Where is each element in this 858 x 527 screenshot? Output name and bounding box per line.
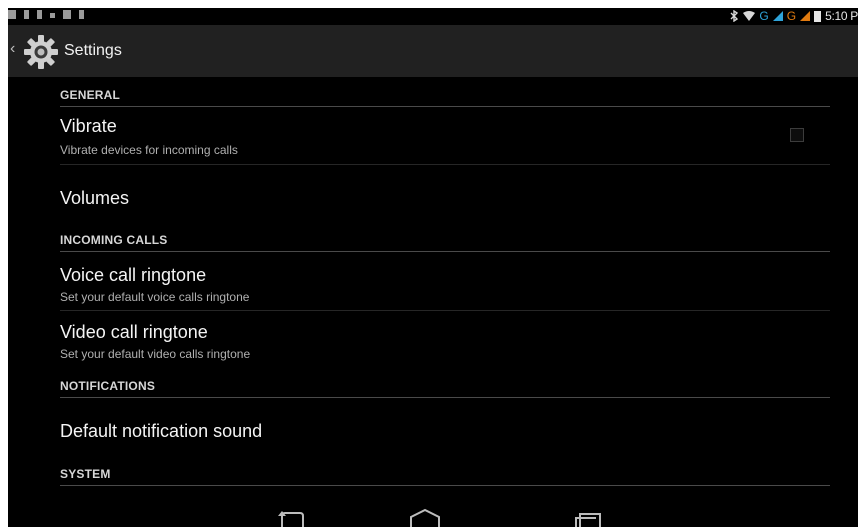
usb-icon	[37, 10, 42, 19]
system-indicators: G G 5:10 P	[729, 9, 858, 23]
vibrate-checkbox[interactable]	[790, 128, 804, 142]
pref-title: Volumes	[60, 188, 130, 208]
action-bar: ‹ Settings	[8, 25, 858, 77]
notification-dot-icon	[50, 13, 55, 18]
page-title: Settings	[64, 42, 122, 59]
notification-icon	[8, 10, 16, 19]
recents-icon[interactable]	[570, 508, 606, 527]
signal-icon	[772, 11, 783, 21]
navigation-bar	[8, 504, 858, 527]
chevron-left-icon[interactable]: ‹	[10, 39, 15, 59]
notification-icons	[8, 10, 84, 19]
section-header-general: GENERAL	[60, 77, 830, 107]
pref-default-notification-sound[interactable]: Default notification sound	[60, 398, 830, 453]
network-type-1: G	[759, 9, 769, 23]
clock: 5:10 P	[825, 9, 858, 23]
pref-volumes[interactable]: Volumes	[60, 165, 830, 217]
section-label: GENERAL	[60, 88, 121, 102]
sd-card-icon	[79, 10, 84, 19]
section-header-incoming-calls: INCOMING CALLS	[60, 217, 830, 252]
network-type-2: G	[786, 9, 797, 23]
pref-vibrate[interactable]: Vibrate Vibrate devices for incoming cal…	[60, 107, 830, 165]
pref-video-call-ringtone[interactable]: Video call ringtone Set your default vid…	[60, 311, 830, 367]
pref-summary: Set your default video calls ringtone	[60, 347, 251, 361]
pref-title: Default notification sound	[60, 421, 263, 441]
usb-icon	[24, 10, 29, 19]
gear-icon[interactable]	[23, 34, 59, 70]
battery-icon	[814, 10, 822, 22]
section-label: NOTIFICATIONS	[60, 379, 156, 393]
home-icon[interactable]	[407, 508, 443, 527]
pref-summary: Vibrate devices for incoming calls	[60, 143, 238, 157]
image-icon	[63, 10, 71, 19]
pref-title: Video call ringtone	[60, 322, 208, 342]
back-icon[interactable]	[274, 508, 310, 527]
section-header-notifications: NOTIFICATIONS	[60, 367, 830, 398]
signal-icon	[800, 11, 811, 21]
status-bar: G G 5:10 P	[8, 8, 858, 25]
pref-voice-call-ringtone[interactable]: Voice call ringtone Set your default voi…	[60, 252, 830, 311]
pref-title: Voice call ringtone	[60, 265, 207, 285]
bluetooth-icon	[730, 10, 739, 22]
section-label: INCOMING CALLS	[60, 233, 168, 247]
section-header-system: SYSTEM	[60, 453, 830, 486]
settings-screen: G G 5:10 P ‹ Settings GENERAL Vibrate Vi…	[8, 8, 858, 527]
pref-title: Vibrate	[60, 116, 117, 136]
pref-summary: Set your default voice calls ringtone	[60, 290, 250, 304]
section-label: SYSTEM	[60, 467, 111, 481]
wifi-icon	[743, 10, 756, 21]
